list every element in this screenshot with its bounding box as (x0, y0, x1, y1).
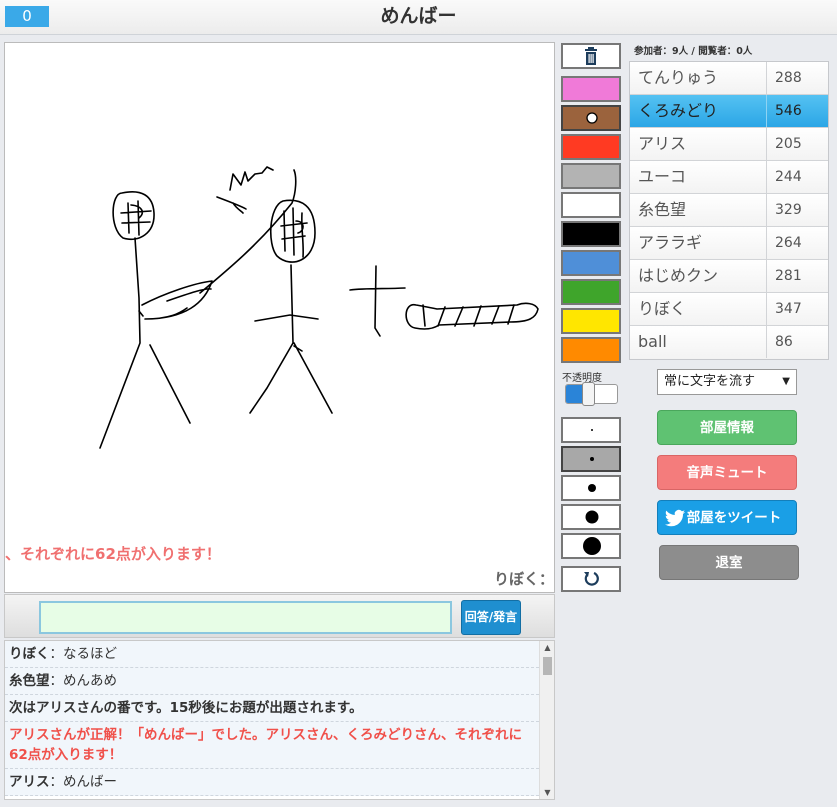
mute-button[interactable]: 音声ミュート (657, 455, 797, 490)
player-score: 546 (766, 95, 829, 127)
player-score: 347 (766, 293, 829, 325)
drawing-strokes (99, 166, 539, 449)
player-row: はじめクン 281 (630, 260, 828, 293)
undo-icon (584, 571, 599, 586)
tweet-room-button[interactable]: 部屋をツイート (657, 500, 797, 535)
player-name: はじめクン (638, 266, 719, 285)
chat-text: ：めんあめ (49, 673, 118, 689)
color-swatch-blue[interactable] (561, 250, 621, 276)
undo-button[interactable] (561, 566, 621, 592)
chat-author: りぼく (9, 646, 50, 662)
color-swatch-white[interactable] (561, 192, 621, 218)
opacity-slider[interactable] (565, 382, 618, 406)
brush-l-icon (585, 510, 599, 524)
header: 0 めんばー (0, 0, 837, 35)
color-swatch-red[interactable] (561, 134, 621, 160)
opacity-slider-knob[interactable] (582, 382, 595, 406)
page-title: めんばー (380, 5, 457, 27)
player-row: ユーコ 244 (630, 161, 828, 194)
chat-author: 糸色望 (9, 673, 50, 689)
player-name: りぼく (638, 299, 687, 318)
chat-correct-message: アリスさんが正解！「めんばー」でした。アリスさん、くろみどりさん、それぞれに62… (5, 722, 539, 769)
chat-message: アリス：めんばー (5, 769, 539, 796)
viewer-count: 参加者：9人 / 閲覧者：0人 (634, 46, 753, 57)
brush-size-m[interactable] (561, 475, 621, 501)
player-name: てんりゅう (638, 68, 719, 87)
color-swatch-yellow[interactable] (561, 308, 621, 334)
brush-size-l[interactable] (561, 504, 621, 530)
trash-icon (585, 47, 597, 65)
answer-input[interactable] (39, 601, 452, 634)
player-name: アリス (638, 134, 687, 153)
chat-text: ：めんばー (49, 774, 118, 790)
chevron-down-icon: ▼ (782, 376, 790, 387)
color-swatch-orange[interactable] (561, 337, 621, 363)
chat-system-message: 次はアリスさんの番です。15秒後にお題が出題されます。 (5, 695, 539, 722)
player-score: 288 (766, 62, 829, 94)
chat-log: りぼく：なるほど 糸色望：めんあめ 次はアリスさんの番です。15秒後にお題が出題… (4, 640, 555, 800)
player-row: アララギ 264 (630, 227, 828, 260)
player-row: りぼく 347 (630, 293, 828, 326)
twitter-bird-icon (664, 509, 686, 527)
opacity-label: 不透明度 (562, 373, 602, 384)
scroll-mode-select[interactable]: 常に文字を流す ▼ (657, 369, 797, 395)
color-swatch-green[interactable] (561, 279, 621, 305)
room-info-button[interactable]: 部屋情報 (657, 410, 797, 445)
brush-s-icon (590, 457, 594, 461)
player-score: 86 (766, 326, 829, 358)
player-row: アリス 205 (630, 128, 828, 161)
player-row: 糸色望 329 (630, 194, 828, 227)
brush-size-s[interactable] (561, 446, 621, 472)
exit-room-button[interactable]: 退室 (659, 545, 799, 580)
player-score: 264 (766, 227, 829, 259)
color-swatch-black[interactable] (561, 221, 621, 247)
brush-size-xs[interactable] (561, 417, 621, 443)
chat-message: りぼく：なるほど (5, 641, 539, 668)
color-swatch-pink[interactable] (561, 76, 621, 102)
scroll-mode-value: 常に文字を流す (664, 374, 756, 389)
player-name: くろみどり (638, 101, 719, 120)
scroll-thumb[interactable] (543, 657, 552, 675)
chat-scrollbar[interactable]: ▲ ▼ (539, 641, 554, 799)
selected-dot-icon (586, 112, 598, 124)
drawing-canvas[interactable]: 、それぞれに62点が入ります！ りぼく： (4, 42, 555, 593)
chat-author: アリス (9, 774, 50, 790)
player-name: 糸色望 (638, 200, 687, 219)
scroll-up-arrow-icon[interactable]: ▲ (540, 641, 554, 654)
player-row: ball 86 (630, 326, 828, 359)
scroll-down-arrow-icon[interactable]: ▼ (540, 786, 554, 799)
answer-submit-button[interactable]: 回答/発言 (461, 600, 521, 635)
player-score: 281 (766, 260, 829, 292)
correct-flash-message: 、それぞれに62点が入ります！ (5, 545, 221, 563)
brush-m-icon (588, 484, 596, 492)
brush-size-xl[interactable] (561, 533, 621, 559)
chat-message: 糸色望：めんあめ (5, 668, 539, 695)
player-list: てんりゅう 288 くろみどり 546 アリス 205 ユーコ 244 糸色望 329 ア… (629, 61, 829, 360)
player-name: アララギ (638, 233, 703, 252)
player-score: 205 (766, 128, 829, 160)
clear-canvas-button[interactable] (561, 43, 621, 69)
tweet-room-label: 部屋をツイート (686, 510, 782, 526)
player-name: ユーコ (638, 167, 687, 186)
player-row: くろみどり 546 (630, 95, 828, 128)
brush-xl-icon (583, 537, 601, 555)
player-score: 329 (766, 194, 829, 226)
player-name: ball (638, 332, 667, 351)
chat-text: ：なるほど (49, 646, 118, 662)
brush-xs-icon (591, 429, 593, 431)
player-row: てんりゅう 288 (630, 62, 828, 95)
color-swatch-gray[interactable] (561, 163, 621, 189)
answer-bar: 回答/発言 (4, 594, 555, 638)
player-score: 244 (766, 161, 829, 193)
color-swatch-brown[interactable] (561, 105, 621, 131)
speaker-label: りぼく： (493, 570, 554, 588)
